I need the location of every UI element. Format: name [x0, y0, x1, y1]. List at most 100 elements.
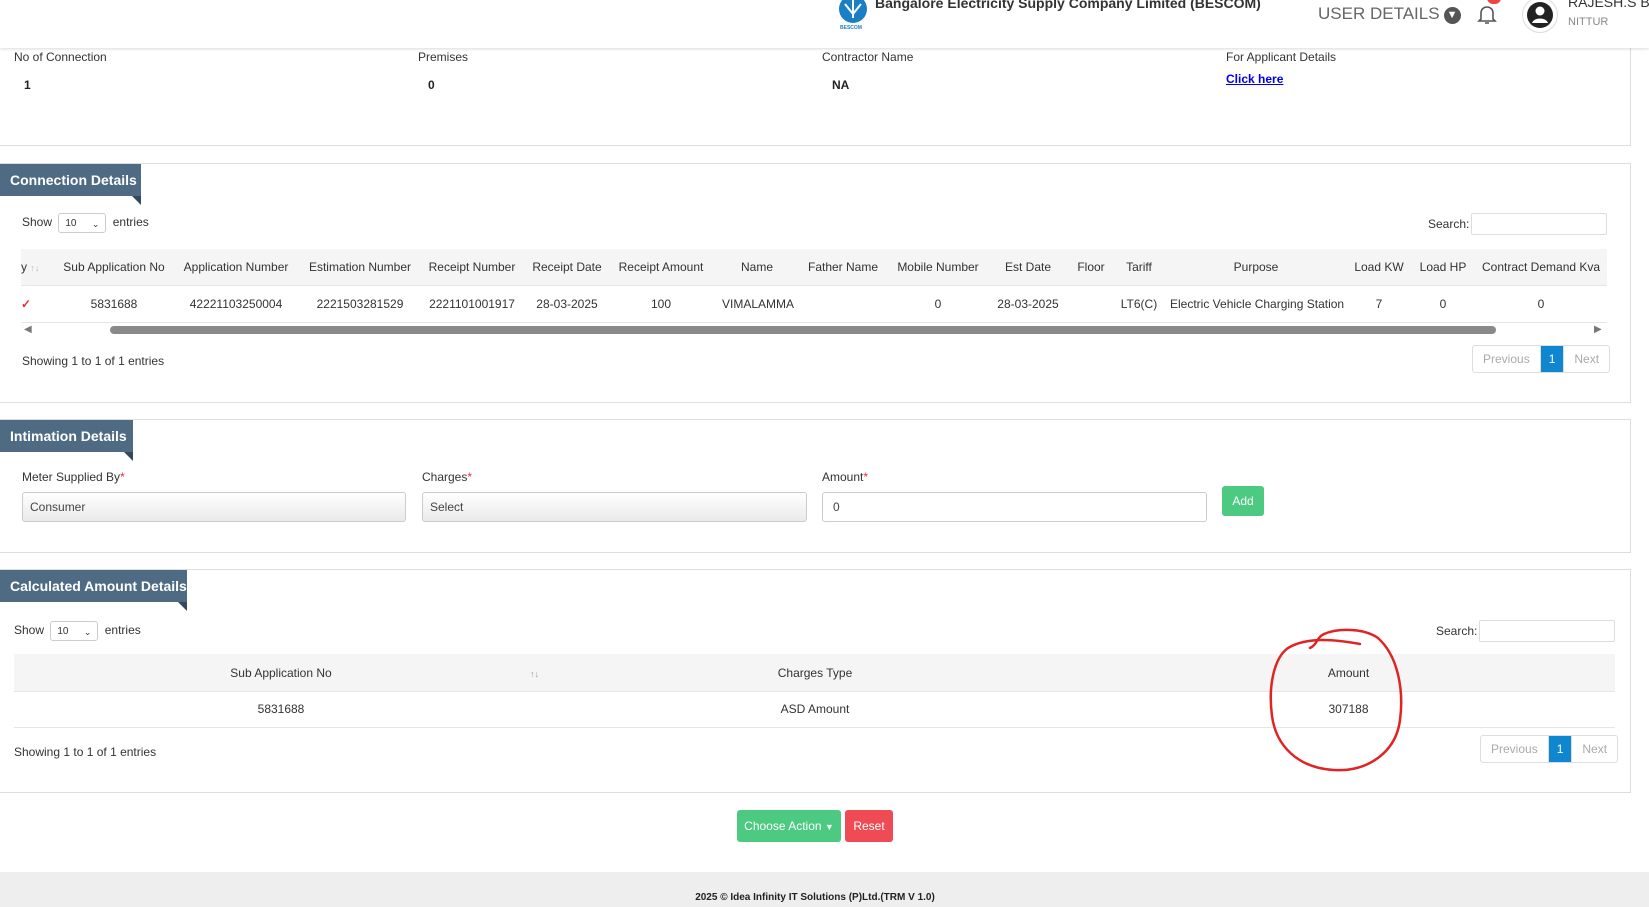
amount-label: Amount*: [822, 470, 869, 484]
previous-page-button[interactable]: Previous: [1473, 346, 1540, 372]
column-header-10[interactable]: Est Date: [996, 260, 1060, 274]
entries-select-value: 10: [57, 626, 69, 637]
cell-load-hp: 0: [1439, 297, 1447, 311]
column-header-14[interactable]: Load KW: [1352, 260, 1406, 274]
caret-down-icon: ▼: [824, 822, 834, 832]
next-page-button[interactable]: Next: [1563, 346, 1609, 372]
avatar[interactable]: [1522, 0, 1558, 33]
column-header-9[interactable]: Mobile Number: [894, 260, 982, 274]
summary-panel: No of Connection 1 Premises 0 Contractor…: [0, 40, 1631, 146]
red-circle-annotation: [1269, 628, 1403, 772]
column-header-5[interactable]: Receipt Date: [530, 260, 604, 274]
cell-application-number: 42221103250004: [189, 297, 283, 311]
cell-charges-type: ASD Amount: [780, 702, 850, 716]
cell-receipt-number: 2221101001917: [429, 297, 515, 311]
summary-label-premises: Premises: [418, 50, 469, 64]
column-header-12[interactable]: Tariff: [1118, 260, 1160, 274]
showing-entries-text: Showing 1 to 1 of 1 entries: [14, 745, 157, 759]
connection-details-panel: Connection Details Show 10 ⌄ entries Sear…: [0, 163, 1631, 403]
connection-details-title: Connection Details: [0, 164, 141, 205]
pagination: Previous 1 Next: [1480, 735, 1619, 763]
cell-mobile-number: 0: [934, 297, 942, 311]
charges-select[interactable]: Select: [422, 492, 807, 522]
chevron-down-icon: ⌄: [91, 219, 100, 229]
scroll-right-arrow[interactable]: ▶: [1594, 324, 1602, 335]
applicant-details-link[interactable]: Click here: [1226, 72, 1283, 86]
column-header-13[interactable]: Purpose: [1170, 260, 1342, 274]
app-header: BESCOM Bangalore Electricity Supply Comp…: [0, 0, 1649, 48]
row-divider: [21, 322, 1607, 323]
column-header-7[interactable]: Name: [722, 260, 792, 274]
cell-name: VIMALAMMA: [722, 297, 795, 311]
column-header-11[interactable]: Floor: [1070, 260, 1112, 274]
column-header-2[interactable]: Application Number: [182, 260, 290, 274]
column-header-3[interactable]: Estimation Number: [306, 260, 414, 274]
show-label: Show: [14, 623, 45, 638]
page-1-button[interactable]: 1: [1539, 346, 1564, 372]
company-name: Bangalore Electricity Supply Company Lim…: [875, 0, 1261, 11]
column-header-6[interactable]: Receipt Amount: [616, 260, 706, 274]
header-divider: [21, 285, 1607, 286]
horizontal-scrollbar[interactable]: [110, 326, 1496, 334]
amount-label-text: Amount: [822, 470, 864, 484]
cell-receipt-date: 28-03-2025: [536, 297, 598, 311]
summary-label-applicant: For Applicant Details: [1226, 50, 1337, 64]
meter-supplied-select[interactable]: Consumer: [22, 492, 406, 522]
summary-value-connections: 1: [24, 78, 31, 92]
add-button[interactable]: Add: [1222, 486, 1264, 516]
column-header-sub-application[interactable]: Sub Application No: [14, 666, 548, 680]
column-header-0[interactable]: y ↑↓: [21, 260, 39, 274]
charges-label: Charges*: [422, 470, 473, 484]
choose-action-label: Choose Action: [744, 819, 822, 833]
cell-sub-application-no: 5831688: [90, 297, 138, 311]
user-icon: [1527, 2, 1553, 28]
previous-page-button[interactable]: Previous: [1481, 736, 1548, 762]
sort-icon[interactable]: ↑↓: [530, 669, 539, 679]
show-label: Show: [22, 215, 53, 230]
column-header-16[interactable]: Contract Demand Kva: [1482, 260, 1600, 274]
meter-supplied-label: Meter Supplied By*: [22, 470, 125, 484]
cell-load-kw: 7: [1375, 297, 1383, 311]
column-header-1[interactable]: Sub Application No: [62, 260, 166, 274]
search-input[interactable]: [1479, 620, 1615, 642]
show-entries-control: Show 10 ⌄ entries: [14, 621, 141, 641]
column-header-4[interactable]: Receipt Number: [428, 260, 516, 274]
edit-icon[interactable]: ✓: [21, 297, 31, 311]
summary-value-premises: 0: [428, 78, 435, 92]
footer-copyright: 2025 © Idea Infinity IT Solutions (P)Ltd…: [695, 892, 935, 903]
chevron-down-icon: ⌄: [83, 627, 92, 637]
search-label: Search:: [1428, 217, 1470, 231]
user-details-label: USER DETAILS: [1318, 4, 1440, 23]
choose-action-button[interactable]: Choose Action ▼: [737, 810, 841, 842]
cell-est-date: 28-03-2025: [997, 297, 1059, 311]
next-page-button[interactable]: Next: [1571, 736, 1617, 762]
summary-label-contractor: Contractor Name: [822, 50, 914, 64]
page-1-button[interactable]: 1: [1547, 736, 1572, 762]
entries-select[interactable]: 10 ⌄: [50, 621, 99, 641]
summary-label-connections: No of Connection: [14, 50, 107, 64]
calculated-amount-title: Calculated Amount Details: [0, 570, 187, 611]
column-header-8[interactable]: Father Name: [806, 260, 880, 274]
scroll-left-arrow[interactable]: ◀: [24, 324, 32, 335]
footer: 2025 © Idea Infinity IT Solutions (P)Ltd…: [0, 872, 1649, 907]
cell-contract-demand: 0: [1537, 297, 1545, 311]
user-name: RAJESH.S B: [1568, 0, 1649, 10]
cell-tariff: LT6(C): [1120, 297, 1158, 311]
reset-button[interactable]: Reset: [845, 810, 893, 842]
column-header-charges-type[interactable]: Charges Type: [548, 666, 1082, 680]
column-header-15[interactable]: Load HP: [1418, 260, 1468, 274]
pagination: Previous 1 Next: [1472, 345, 1611, 373]
cell-receipt-amount: 100: [650, 297, 672, 311]
charges-label-text: Charges: [422, 470, 468, 484]
cell-estimation-number: 2221503281529: [316, 297, 404, 311]
search-label: Search:: [1436, 624, 1478, 638]
entries-label: entries: [104, 623, 141, 638]
column-label: y: [21, 260, 27, 274]
bell-icon[interactable]: [1475, 2, 1499, 26]
entries-select[interactable]: 10 ⌄: [58, 213, 107, 233]
intimation-details-title: Intimation Details: [0, 420, 133, 461]
user-details-menu[interactable]: USER DETAILS ▼: [1318, 4, 1461, 24]
search-input[interactable]: [1471, 213, 1607, 235]
entries-label: entries: [112, 215, 149, 230]
amount-input[interactable]: 0: [822, 492, 1207, 522]
